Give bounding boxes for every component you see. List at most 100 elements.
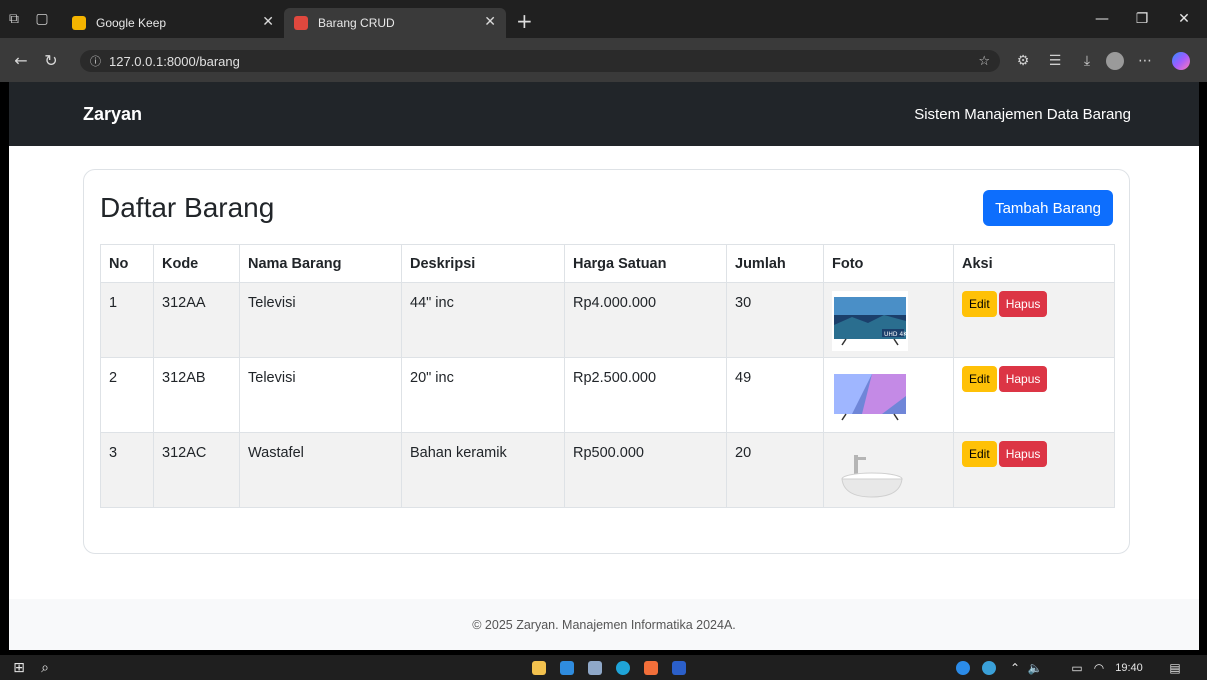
cell-no: 1 xyxy=(100,282,154,358)
app-icon[interactable] xyxy=(584,655,606,680)
workspaces-icon[interactable]: ⧉ xyxy=(0,0,28,38)
cell-deskripsi: 44" inc xyxy=(401,282,565,358)
table-header-row: No Kode Nama Barang Deskripsi Harga Satu… xyxy=(100,244,1115,283)
favorites-icon[interactable]: ☰ xyxy=(1044,50,1066,72)
tray-chevron-icon[interactable]: ⌃ xyxy=(1006,655,1024,680)
cell-nama: Televisi xyxy=(239,357,402,433)
cell-harga: Rp4.000.000 xyxy=(564,282,727,358)
tab-label: Google Keep xyxy=(96,16,167,30)
refresh-icon[interactable]: ↻ xyxy=(36,51,66,70)
minimize-icon[interactable]: — xyxy=(1082,0,1122,38)
browser-tab-strip: ⧉ ▢ Google Keep ✕ Barang CRUD ✕ + — ❐ ✕ xyxy=(0,0,1207,38)
cell-harga: Rp2.500.000 xyxy=(564,357,727,433)
laravel-favicon-icon xyxy=(294,16,308,30)
navbar: Zaryan Sistem Manajemen Data Barang xyxy=(9,82,1199,146)
table-row: 2 312AB Televisi 20" inc Rp2.500.000 49 xyxy=(100,357,1115,433)
header-foto: Foto xyxy=(823,244,954,283)
xampp-icon[interactable] xyxy=(640,655,662,680)
edit-button[interactable]: Edit xyxy=(962,366,997,392)
search-icon[interactable]: ⌕ xyxy=(34,655,56,680)
restore-icon[interactable]: ❐ xyxy=(1122,0,1162,38)
extensions-icon[interactable]: ⚙ xyxy=(1012,50,1034,72)
cell-harga: Rp500.000 xyxy=(564,432,727,508)
cell-no: 3 xyxy=(100,432,154,508)
footer-text: © 2025 Zaryan. Manajemen Informatika 202… xyxy=(472,617,736,632)
cell-foto xyxy=(823,357,954,433)
cell-aksi: Edit Hapus xyxy=(953,432,1115,508)
favorite-star-icon[interactable]: ☆ xyxy=(978,54,990,69)
hapus-button[interactable]: Hapus xyxy=(998,441,1048,467)
header-nama-barang: Nama Barang xyxy=(239,244,402,283)
close-window-icon[interactable]: ✕ xyxy=(1164,0,1204,38)
cell-jumlah: 20 xyxy=(726,432,824,508)
hapus-button[interactable]: Hapus xyxy=(998,291,1048,317)
vscode-icon[interactable] xyxy=(556,655,578,680)
cell-deskripsi: Bahan keramik xyxy=(401,432,565,508)
url-text: 127.0.0.1:8000/barang xyxy=(109,53,240,69)
tab-google-keep[interactable]: Google Keep ✕ xyxy=(62,8,284,38)
cell-jumlah: 30 xyxy=(726,282,824,358)
notifications-icon[interactable]: ▤ xyxy=(1164,655,1186,680)
battery-icon[interactable]: ▭ xyxy=(1068,655,1086,680)
tab-barang-crud[interactable]: Barang CRUD ✕ xyxy=(284,8,506,38)
tv-icon: UHD 4K xyxy=(832,291,908,351)
more-options-icon[interactable]: ⋯ xyxy=(1134,50,1156,72)
navbar-subtitle: Sistem Manajemen Data Barang xyxy=(914,105,1131,123)
notification-app-icon[interactable] xyxy=(978,655,1000,680)
tab-actions-icon[interactable]: ▢ xyxy=(28,0,56,38)
close-tab-icon[interactable]: ✕ xyxy=(262,14,274,30)
back-icon[interactable]: ← xyxy=(6,51,36,70)
copilot-icon[interactable] xyxy=(1168,50,1194,72)
browser-toolbar: ← ↻ ⓘ 127.0.0.1:8000/barang ☆ ⚙ ☰ ⤓ ⋯ xyxy=(0,38,1207,82)
edge-icon[interactable] xyxy=(612,655,634,680)
barang-card: Daftar Barang Tambah Barang No Kode Nama… xyxy=(83,169,1130,554)
navbar-brand[interactable]: Zaryan xyxy=(83,104,142,125)
cell-nama: Televisi xyxy=(239,282,402,358)
cell-aksi: Edit Hapus xyxy=(953,282,1115,358)
downloads-icon[interactable]: ⤓ xyxy=(1076,50,1098,72)
wifi-icon[interactable]: ◠ xyxy=(1090,655,1108,680)
header-jumlah: Jumlah xyxy=(726,244,824,283)
google-keep-favicon-icon xyxy=(72,16,86,30)
close-tab-icon[interactable]: ✕ xyxy=(484,14,496,30)
table-row: 3 312AC Wastafel Bahan keramik Rp500.000… xyxy=(100,432,1115,508)
hapus-button[interactable]: Hapus xyxy=(998,366,1048,392)
windows-taskbar: ⊞ ⌕ ⌃ 🔈 ▭ ◠ 19:40 ▤ xyxy=(0,655,1207,680)
cell-no: 2 xyxy=(100,357,154,433)
cell-jumlah: 49 xyxy=(726,357,824,433)
profile-avatar-icon[interactable] xyxy=(1104,50,1126,72)
cell-foto: UHD 4K xyxy=(823,282,954,358)
header-deskripsi: Deskripsi xyxy=(401,244,565,283)
cell-foto xyxy=(823,432,954,508)
sink-icon xyxy=(832,441,908,501)
word-icon[interactable] xyxy=(668,655,690,680)
footer: © 2025 Zaryan. Manajemen Informatika 202… xyxy=(9,599,1199,650)
cell-aksi: Edit Hapus xyxy=(953,357,1115,433)
tab-label: Barang CRUD xyxy=(318,16,395,30)
header-no: No xyxy=(100,244,154,283)
address-bar[interactable]: ⓘ 127.0.0.1:8000/barang ☆ xyxy=(80,50,1000,72)
file-explorer-icon[interactable] xyxy=(528,655,550,680)
card-header: Daftar Barang Tambah Barang xyxy=(100,190,1113,226)
table-row: 1 312AA Televisi 44" inc Rp4.000.000 30 xyxy=(100,282,1115,358)
volume-icon[interactable]: 🔈 xyxy=(1026,655,1044,680)
web-page: Zaryan Sistem Manajemen Data Barang Daft… xyxy=(9,82,1199,650)
new-tab-icon[interactable]: + xyxy=(516,9,533,33)
clock[interactable]: 19:40 xyxy=(1112,655,1146,680)
cell-nama: Wastafel xyxy=(239,432,402,508)
header-aksi: Aksi xyxy=(953,244,1115,283)
site-info-icon[interactable]: ⓘ xyxy=(90,53,101,69)
header-kode: Kode xyxy=(153,244,240,283)
tambah-barang-button[interactable]: Tambah Barang xyxy=(983,190,1113,226)
cell-kode: 312AA xyxy=(153,282,240,358)
start-icon[interactable]: ⊞ xyxy=(8,655,30,680)
cell-deskripsi: 20" inc xyxy=(401,357,565,433)
tv-icon xyxy=(832,366,908,426)
cell-kode: 312AC xyxy=(153,432,240,508)
help-icon[interactable] xyxy=(952,655,974,680)
edit-button[interactable]: Edit xyxy=(962,441,997,467)
header-harga-satuan: Harga Satuan xyxy=(564,244,727,283)
page-title: Daftar Barang xyxy=(100,192,275,223)
edit-button[interactable]: Edit xyxy=(962,291,997,317)
cell-kode: 312AB xyxy=(153,357,240,433)
